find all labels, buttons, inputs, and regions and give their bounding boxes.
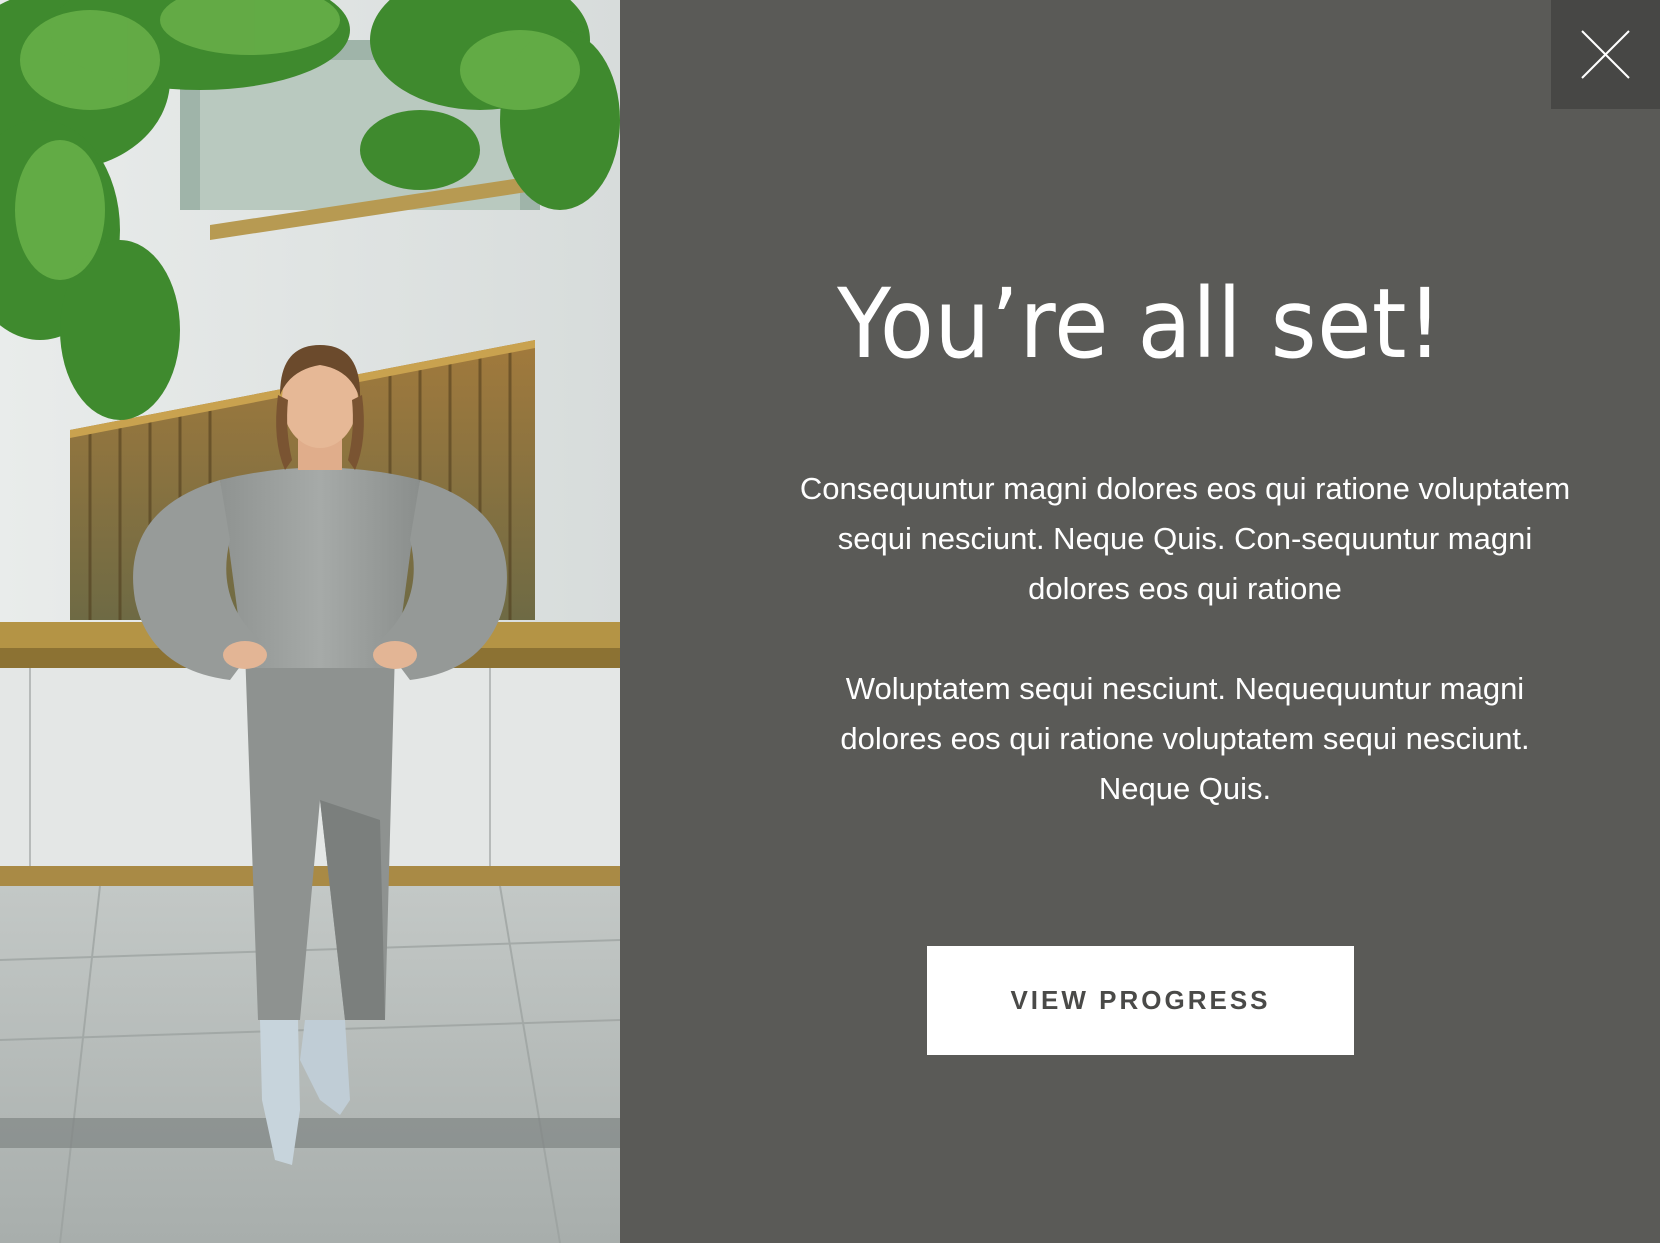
close-button[interactable]: [1551, 0, 1660, 109]
close-icon: [1581, 30, 1630, 79]
hero-photo: [0, 0, 620, 1243]
modal-paragraph-1: Consequuntur magni dolores eos qui ratio…: [799, 471, 1571, 606]
modal-content: You’re all set! Consequuntur magni dolor…: [620, 0, 1660, 1243]
view-progress-button[interactable]: VIEW PROGRESS: [927, 946, 1354, 1055]
modal-title: You’re all set!: [837, 268, 1443, 380]
woman-in-grey-outfit-photo: [0, 0, 620, 1243]
success-modal: You’re all set! Consequuntur magni dolor…: [0, 0, 1660, 1243]
modal-paragraph-2: Woluptatem sequi nesciunt. Nequequuntur …: [840, 671, 1530, 806]
